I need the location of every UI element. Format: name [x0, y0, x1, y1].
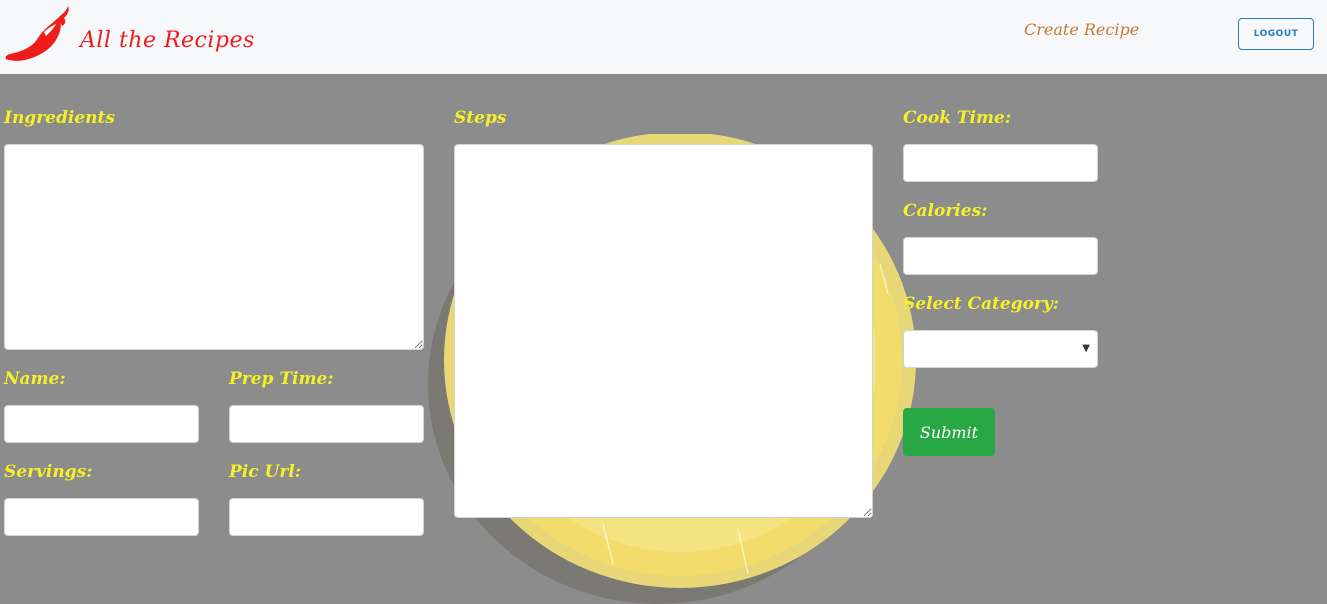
name-input[interactable] — [4, 405, 199, 443]
calories-input[interactable] — [903, 237, 1098, 275]
create-recipe-link[interactable]: Create Recipe — [1024, 20, 1139, 39]
name-label: Name: — [4, 369, 66, 389]
brand-link[interactable]: All the Recipes — [4, 0, 255, 74]
brand-name: All the Recipes — [80, 27, 255, 53]
servings-input[interactable] — [4, 498, 199, 536]
servings-label: Servings: — [4, 462, 93, 482]
pic-url-input[interactable] — [229, 498, 424, 536]
steps-textarea[interactable] — [454, 144, 873, 518]
chili-pepper-icon — [5, 6, 69, 61]
prep-time-label: Prep Time: — [229, 369, 334, 389]
cook-time-input[interactable] — [903, 144, 1098, 182]
navbar: All the Recipes Create Recipe LOGOUT — [0, 0, 1327, 74]
ingredients-label: Ingredients — [4, 108, 115, 128]
ingredients-textarea[interactable] — [4, 144, 424, 350]
category-select[interactable] — [903, 330, 1098, 368]
prep-time-input[interactable] — [229, 405, 424, 443]
calories-label: Calories: — [903, 201, 988, 221]
submit-button[interactable]: Submit — [903, 408, 995, 456]
category-select-wrap: ▼ — [903, 330, 1098, 368]
category-label: Select Category: — [903, 294, 1060, 314]
pic-url-label: Pic Url: — [229, 462, 302, 482]
logout-button[interactable]: LOGOUT — [1238, 18, 1314, 50]
steps-label: Steps — [454, 108, 507, 128]
cook-time-label: Cook Time: — [903, 108, 1012, 128]
